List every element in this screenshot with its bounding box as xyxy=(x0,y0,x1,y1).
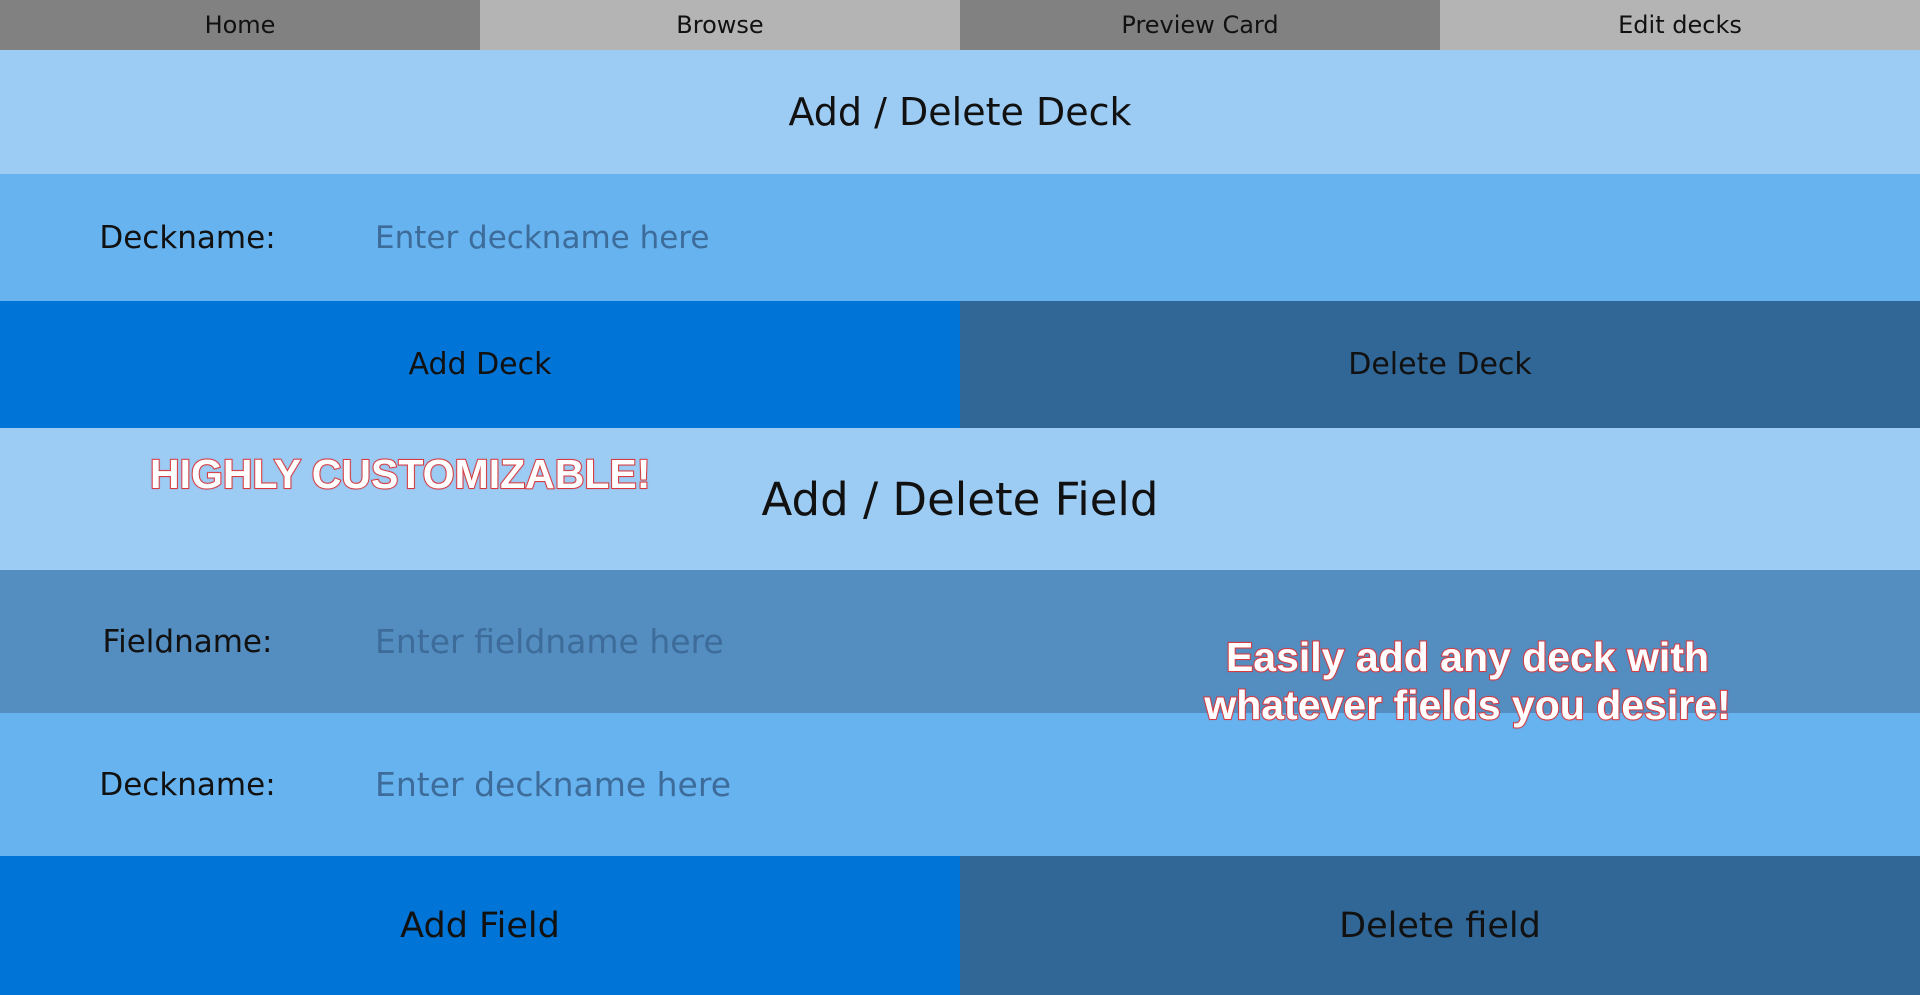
field-deck-name-row: Deckname: xyxy=(0,713,1920,856)
field-buttons-row: Add Field Delete field xyxy=(0,856,1920,995)
edit-decks-page: Home Browse Preview Card Edit decks Add … xyxy=(0,0,1920,995)
top-nav: Home Browse Preview Card Edit decks xyxy=(0,0,1920,50)
deck-section-header: Add / Delete Deck xyxy=(0,50,1920,174)
tab-home[interactable]: Home xyxy=(0,0,480,50)
deckname-input[interactable] xyxy=(375,219,1175,256)
fieldname-input[interactable] xyxy=(375,622,1175,661)
tab-preview-card[interactable]: Preview Card xyxy=(960,0,1440,50)
fieldname-label: Fieldname: xyxy=(102,623,273,660)
field-deckname-input[interactable] xyxy=(375,765,1175,804)
deck-buttons-row: Add Deck Delete Deck xyxy=(0,301,1920,428)
field-deckname-label: Deckname: xyxy=(99,766,276,803)
deck-name-row: Deckname: xyxy=(0,174,1920,301)
deckname-label: Deckname: xyxy=(99,219,276,256)
field-section-title: Add / Delete Field xyxy=(761,472,1159,526)
field-name-row: Fieldname: xyxy=(0,570,1920,713)
tab-browse[interactable]: Browse xyxy=(480,0,960,50)
deck-section-title: Add / Delete Deck xyxy=(788,90,1132,134)
field-section-header: Add / Delete Field xyxy=(0,428,1920,570)
delete-deck-button[interactable]: Delete Deck xyxy=(960,301,1920,428)
delete-field-button[interactable]: Delete field xyxy=(960,856,1920,995)
add-deck-button[interactable]: Add Deck xyxy=(0,301,960,428)
tab-edit-decks[interactable]: Edit decks xyxy=(1440,0,1920,50)
add-field-button[interactable]: Add Field xyxy=(0,856,960,995)
